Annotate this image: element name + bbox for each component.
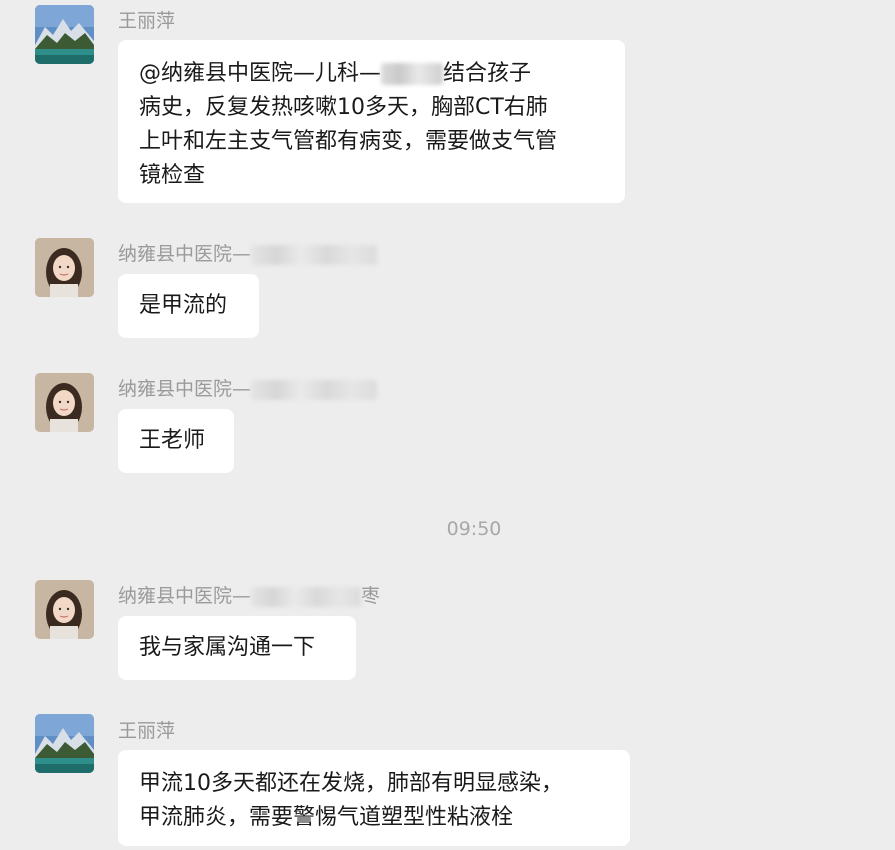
message-line: 甲流肺炎，需要警惕气道塑型性粘液栓: [139, 805, 514, 830]
young-woman-avatar[interactable]: [35, 580, 94, 639]
message-line: 镜检查: [139, 163, 206, 188]
young-woman-avatar[interactable]: [35, 238, 94, 297]
message-line: @纳雍县中医院—儿科— 结合孩子: [139, 61, 532, 86]
message-line: 上叶和左主支气管都有病变，需要做支气管: [139, 129, 558, 154]
sender-name: 王丽萍: [118, 10, 176, 32]
sender-name: 纳雍县中医院—: [118, 243, 378, 265]
redacted-name: [381, 63, 444, 85]
sender-name: 纳雍县中医院—: [118, 378, 378, 400]
message-bubble[interactable]: 甲流10多天都还在发烧，肺部有明显感染， 甲流肺炎，需要警惕气道塑型性粘液栓: [118, 750, 630, 846]
message-bubble[interactable]: 是甲流的: [118, 274, 259, 338]
message-bubble[interactable]: 我与家属沟通一下: [118, 616, 356, 680]
message-line: 甲流10多天都还在发烧，肺部有明显感染，: [139, 771, 563, 796]
message-bubble[interactable]: @纳雍县中医院—儿科— 结合孩子 病史，反复发热咳嗽10多天，胸部CT右肺 上叶和…: [118, 40, 625, 203]
message-bubble[interactable]: 王老师: [118, 409, 234, 473]
message-line: 病史，反复发热咳嗽10多天，胸部CT右肺: [139, 95, 548, 120]
message-line: 我与家属沟通一下: [139, 635, 316, 660]
message-line: 是甲流的: [139, 293, 228, 318]
mountain-lake-avatar[interactable]: [35, 5, 94, 64]
time-divider: 09:50: [446, 518, 502, 540]
chat-window: 王丽萍 @纳雍县中医院—儿科— 结合孩子 病史，反复发热咳嗽10多天，胸部CT右肺…: [0, 0, 895, 850]
young-woman-avatar[interactable]: [35, 373, 94, 432]
redacted-name: [251, 379, 378, 400]
redacted-name: [251, 586, 362, 607]
mountain-lake-avatar[interactable]: [35, 714, 94, 773]
sender-name: 纳雍县中医院— 枣: [118, 585, 381, 607]
message-line: 王老师: [139, 428, 206, 453]
redacted-name: [251, 244, 378, 265]
sender-name: 王丽萍: [118, 720, 176, 742]
